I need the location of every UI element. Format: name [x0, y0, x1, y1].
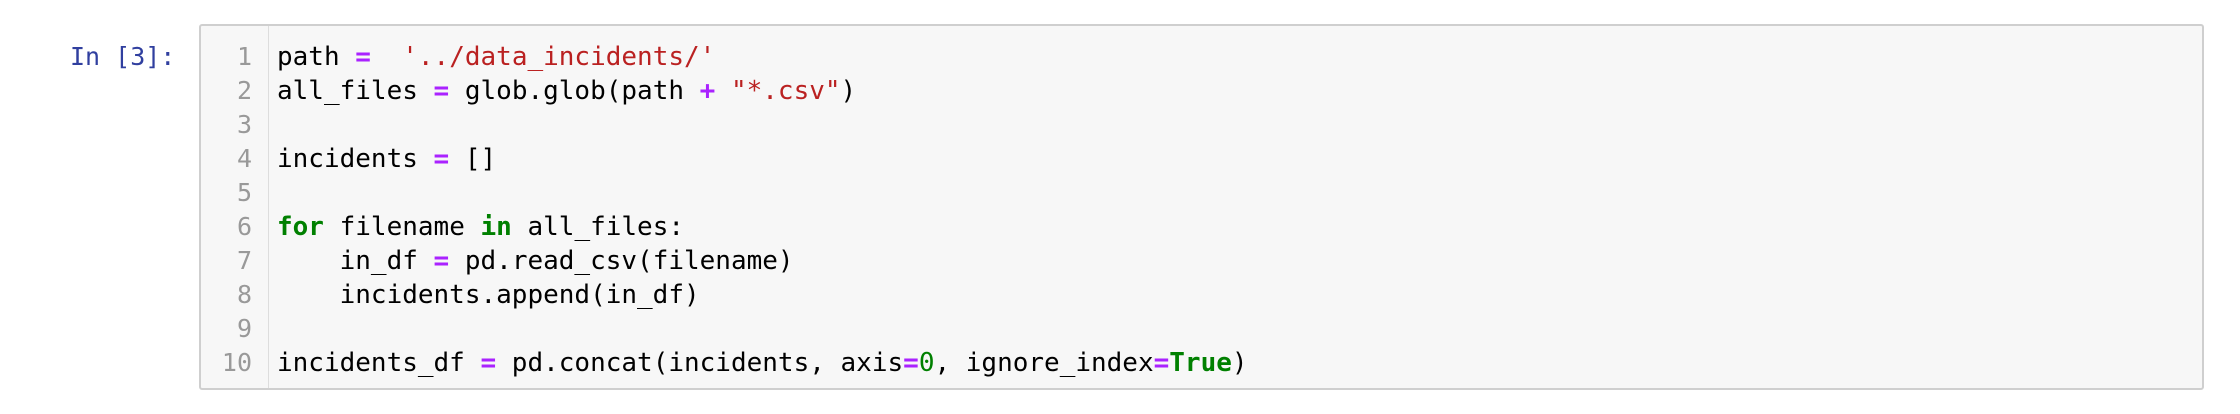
code-token: ) [1231, 348, 1248, 378]
line-number: 2 [236, 76, 252, 105]
code-line[interactable]: 3 [201, 108, 2202, 142]
code-token: , ignore_index [934, 348, 1154, 378]
code-line[interactable]: 7 in_df = pd.read_csv(filename) [201, 244, 2202, 278]
code-line[interactable]: 9 [201, 312, 2202, 346]
code-token: all_files: [511, 212, 685, 242]
code-token: in_df [277, 246, 434, 276]
code-token: ) [840, 76, 857, 106]
line-number: 8 [236, 280, 252, 309]
code-token: = [433, 76, 450, 106]
code-token: = [433, 144, 450, 174]
code-token: "*.csv" [730, 76, 841, 106]
code-token: = [480, 348, 497, 378]
line-number: 3 [236, 110, 252, 139]
code-token: path [277, 42, 356, 72]
code-text: incidents_df = pd.concat(incidents, axis… [277, 346, 1248, 380]
code-line[interactable]: 4 incidents = [] [201, 142, 2202, 176]
line-number: 1 [236, 42, 252, 71]
code-token: glob.glob(path [449, 76, 700, 106]
code-token: + [699, 76, 716, 106]
code-editor[interactable]: 1 path = '../data_incidents/' 2 all_files =… [199, 24, 2204, 390]
code-token: [] [449, 144, 497, 174]
line-number: 10 [221, 348, 252, 377]
code-line[interactable]: 10 incidents_df = pd.concat(incidents, ax… [201, 346, 2202, 380]
code-token: = [1153, 348, 1170, 378]
code-token: incidents.append(in_df) [277, 280, 700, 310]
code-line[interactable]: 6 for filename in all_files: [201, 210, 2202, 244]
code-token: incidents [277, 144, 434, 174]
code-lines[interactable]: 1 path = '../data_incidents/' 2 all_files =… [201, 40, 2202, 380]
line-number: 6 [236, 212, 252, 241]
code-token: = [433, 246, 450, 276]
code-text: incidents.append(in_df) [277, 278, 700, 312]
execution-prompt: In [3]: [70, 42, 176, 71]
line-number: 5 [236, 178, 252, 207]
line-number: 4 [236, 144, 252, 173]
code-token: pd.concat(incidents, axis [496, 348, 904, 378]
code-token: pd.read_csv(filename) [449, 246, 794, 276]
code-line[interactable]: 8 incidents.append(in_df) [201, 278, 2202, 312]
code-text: incidents = [] [277, 142, 496, 176]
code-text: all_files = glob.glob(path + "*.csv") [277, 74, 856, 108]
code-line[interactable]: 1 path = '../data_incidents/' [201, 40, 2202, 74]
code-text: path = '../data_incidents/' [277, 40, 715, 74]
code-token: 0 [918, 348, 935, 378]
notebook-code-cell: In [3]: 1 path = '../data_incidents/' 2 all… [0, 0, 2240, 414]
code-token: filename [323, 212, 481, 242]
code-token: = [903, 348, 919, 378]
code-line[interactable]: 5 [201, 176, 2202, 210]
code-token: incidents_df [277, 348, 481, 378]
code-token: for [277, 212, 324, 242]
code-line[interactable]: 2 all_files = glob.glob(path + "*.csv") [201, 74, 2202, 108]
code-token: True [1169, 348, 1232, 378]
code-token: in [480, 212, 512, 242]
code-text: in_df = pd.read_csv(filename) [277, 244, 794, 278]
line-number: 9 [236, 314, 252, 343]
code-token: all_files [277, 76, 434, 106]
line-number: 7 [236, 246, 252, 275]
code-token: '../data_incidents/' [402, 42, 716, 72]
code-token: = [355, 42, 371, 72]
code-text: for filename in all_files: [277, 210, 684, 244]
